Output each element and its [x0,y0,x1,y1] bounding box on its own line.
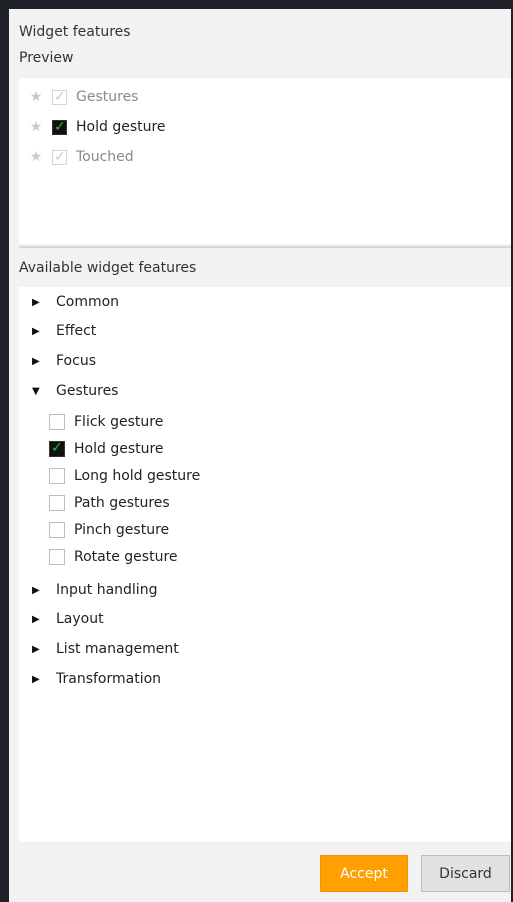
tree-item-common[interactable]: ▶ Common [32,290,119,314]
available-label: Available widget features [19,260,197,276]
gesture-option-long-hold[interactable]: ✓ Long hold gesture [49,464,200,488]
preview-item-label: Touched [76,149,134,165]
preview-item-label: Gestures [76,89,139,105]
tree-item-list-management[interactable]: ▶ List management [32,637,179,661]
preview-item-label: Hold gesture [76,119,166,135]
tree-item-effect[interactable]: ▶ Effect [32,319,96,343]
tree-item-gestures[interactable]: ▼ Gestures [32,379,118,403]
tree-item-layout[interactable]: ▶ Layout [32,607,104,631]
gesture-option-pinch[interactable]: ✓ Pinch gesture [49,518,169,542]
gesture-option-label: Flick gesture [74,414,164,430]
checkbox[interactable]: ✓ [49,549,65,565]
tree-item-input-handling[interactable]: ▶ Input handling [32,578,157,602]
checkbox[interactable]: ✓ [49,468,65,484]
tree-item-label: List management [56,641,179,657]
gesture-option-label: Rotate gesture [74,549,178,565]
tree-item-label: Layout [56,611,104,627]
checkbox-touched: ✓ [52,148,67,165]
panel-title: Widget features [19,24,131,40]
triangle-right-icon[interactable]: ▶ [32,644,44,655]
preview-item: ★ ✓ Hold gesture [28,116,166,138]
triangle-right-icon[interactable]: ▶ [32,356,44,367]
tree-item-label: Focus [56,353,96,369]
tree-item-label: Common [56,294,120,310]
tree-item-transformation[interactable]: ▶ Transformation [32,667,161,691]
checkbox[interactable]: ✓ [49,414,65,430]
checkbox[interactable]: ✓ [49,495,65,511]
preview-item: ★ ✓ Gestures [28,86,139,108]
star-icon: ★ [29,149,43,165]
triangle-down-icon[interactable]: ▼ [32,386,44,397]
star-icon: ★ [29,119,43,135]
divider [19,246,511,248]
triangle-right-icon[interactable]: ▶ [32,674,44,685]
triangle-right-icon[interactable]: ▶ [32,614,44,625]
checkbox-gestures: ✓ [52,88,67,105]
gesture-option-label: Pinch gesture [74,522,170,538]
preview-list: ★ ✓ Gestures ★ ✓ Hold gesture ★ ✓ Touche… [19,78,511,244]
accept-button[interactable]: Accept [320,855,408,892]
triangle-right-icon[interactable]: ▶ [32,297,44,308]
gesture-option-rotate[interactable]: ✓ Rotate gesture [49,545,178,569]
gesture-option-label: Hold gesture [74,441,164,457]
gesture-option-hold[interactable]: ✓ Hold gesture [49,437,164,461]
window-left-border [0,0,9,902]
preview-item: ★ ✓ Touched [28,146,134,168]
gesture-option-path[interactable]: ✓ Path gestures [49,491,170,515]
window-top-border [0,0,513,9]
gesture-option-label: Path gestures [74,495,170,511]
checkbox[interactable]: ✓ [49,440,65,457]
triangle-right-icon[interactable]: ▶ [32,585,44,596]
gesture-option-flick[interactable]: ✓ Flick gesture [49,410,163,434]
tree-item-focus[interactable]: ▶ Focus [32,349,96,373]
star-icon: ★ [29,89,43,105]
discard-button[interactable]: Discard [421,855,510,892]
tree-item-label: Input handling [56,582,158,598]
triangle-right-icon[interactable]: ▶ [32,326,44,337]
tree-item-label: Gestures [56,383,119,399]
tree-item-label: Effect [56,323,97,339]
tree-item-label: Transformation [56,671,162,687]
checkbox-hold-gesture: ✓ [52,118,67,135]
gesture-option-label: Long hold gesture [74,468,201,484]
checkbox[interactable]: ✓ [49,522,65,538]
feature-tree: ▶ Common ▶ Effect ▶ Focus ▼ Gestures ✓ F… [19,287,511,842]
preview-label: Preview [19,50,74,66]
